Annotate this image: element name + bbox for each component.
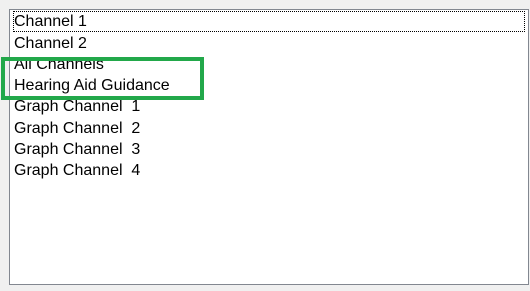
list-item-graph-channel-4[interactable]: Graph Channel 4 xyxy=(13,160,140,181)
list-item-channel-2[interactable]: Channel 2 xyxy=(13,33,87,54)
list-item-hearing-aid-guidance[interactable]: Hearing Aid Guidance xyxy=(13,75,170,96)
list-item-graph-channel-1[interactable]: Graph Channel 1 xyxy=(13,96,140,117)
list-item-graph-channel-2[interactable]: Graph Channel 2 xyxy=(13,118,140,139)
channel-listbox[interactable]: Channel 1 Channel 2 All Channels Hearing… xyxy=(9,9,529,285)
list-item-graph-channel-3[interactable]: Graph Channel 3 xyxy=(13,139,140,160)
list-item-channel-1[interactable]: Channel 1 xyxy=(13,11,525,32)
list-item-all-channels[interactable]: All Channels xyxy=(13,54,104,75)
